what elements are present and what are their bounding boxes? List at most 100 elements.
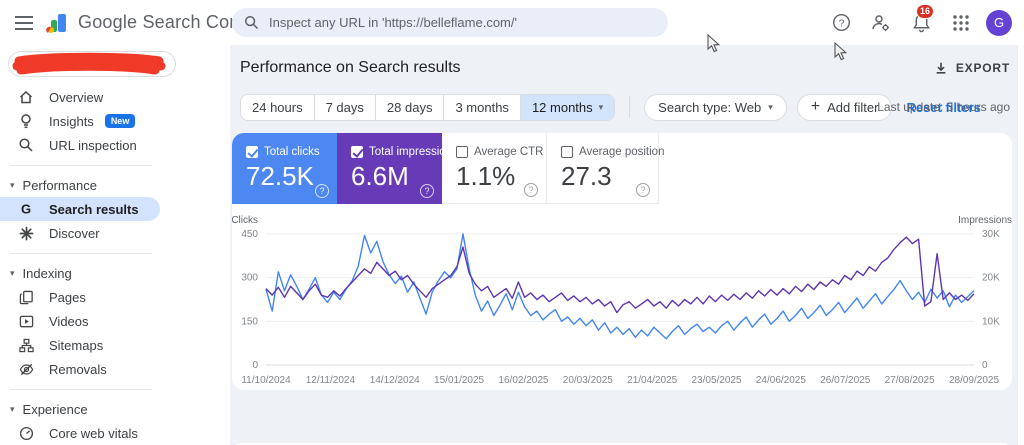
series-total-impressions [266,237,974,313]
sitemap-icon [18,338,34,353]
svg-text:?: ? [838,18,844,29]
svg-text:20/03/2025: 20/03/2025 [563,375,613,386]
top-app-bar: Google Search Console Inspect any URL in… [0,0,1024,45]
metric-value: 27.3 [561,161,648,192]
sidebar-item-overview[interactable]: Overview [0,85,160,109]
sidebar-item-insights[interactable]: Insights New [0,109,160,133]
search-type-filter[interactable]: Search type: Web▾ [644,94,787,121]
main-content: Performance on Search results EXPORT 24 … [230,45,1024,445]
url-inspect-search-input[interactable]: Inspect any URL in 'https://belleflame.c… [232,8,668,37]
svg-text:11/10/2024: 11/10/2024 [241,375,291,386]
sidebar-item-pages[interactable]: Pages [0,285,160,309]
checkbox-average-ctr[interactable] [456,146,468,158]
svg-text:21/04/2025: 21/04/2025 [627,375,677,386]
sidebar-section-performance[interactable]: ▾ Performance [0,173,230,197]
checkbox-total-impressions[interactable] [351,146,363,158]
performance-panel: Total clicks 72.5K ? Total impressions 6… [232,133,1012,390]
search-placeholder: Inspect any URL in 'https://belleflame.c… [269,15,517,30]
svg-text:Impressions: Impressions [958,215,1012,226]
sidebar-item-search-results[interactable]: G Search results [0,197,160,221]
help-icon[interactable]: ? [636,183,650,197]
search-console-logo-icon [46,11,70,35]
account-avatar[interactable]: G [986,10,1012,36]
help-button[interactable]: ? [826,8,856,38]
sidebar-item-removals[interactable]: Removals [0,357,160,381]
checkbox-average-position[interactable] [561,146,573,158]
svg-text:450: 450 [241,229,258,240]
page-scrollbar[interactable] [1017,45,1024,445]
chevron-down-icon: ▾ [10,404,15,415]
svg-text:24/06/2025: 24/06/2025 [756,375,806,386]
svg-text:15/01/2025: 15/01/2025 [434,375,484,386]
sidebar-item-core-web-vitals[interactable]: Core web vitals [0,421,160,445]
range-24-hours[interactable]: 24 hours [241,95,315,120]
svg-text:14/12/2024: 14/12/2024 [370,375,420,386]
user-settings-button[interactable] [866,8,896,38]
svg-text:16/02/2025: 16/02/2025 [498,375,548,386]
lightbulb-icon [18,113,34,129]
svg-text:G: G [21,202,31,217]
metric-card-average-ctr[interactable]: Average CTR 1.1% ? [442,133,547,204]
pages-icon [18,290,34,305]
cards-filler [659,133,1012,204]
plus-icon: + [811,102,820,112]
range-12-months[interactable]: 12 months▾ [521,95,614,120]
sidebar-item-sitemaps[interactable]: Sitemaps [0,333,160,357]
date-range-selector: 24 hours 7 days 28 days 3 months 12 mont… [240,94,615,121]
help-icon[interactable]: ? [420,184,434,198]
apps-grid-icon [952,14,970,32]
svg-text:26/07/2025: 26/07/2025 [820,375,870,386]
home-icon [18,89,34,105]
eye-off-icon [18,362,34,377]
checkbox-total-clicks[interactable] [246,146,258,158]
metric-card-total-impressions[interactable]: Total impressions 6.6M ? [337,133,442,204]
sidebar-section-experience[interactable]: ▾ Experience [0,397,230,421]
search-icon [244,15,259,30]
range-3-months[interactable]: 3 months [444,95,520,120]
svg-text:10K: 10K [982,316,1000,327]
divider [10,253,152,254]
performance-chart[interactable]: 0015010K30020K45030KClicksImpressions11/… [232,212,1012,390]
svg-text:28/09/2025: 28/09/2025 [949,375,999,386]
speedometer-icon [18,426,34,441]
series-total-clicks [266,234,974,339]
apps-grid-button[interactable] [946,8,976,38]
svg-text:23/05/2025: 23/05/2025 [692,375,742,386]
svg-text:30K: 30K [982,229,1000,240]
help-icon[interactable]: ? [315,184,329,198]
divider [10,389,152,390]
export-button[interactable]: EXPORT [934,61,1010,75]
google-g-icon: G [18,201,34,217]
sidebar: Overview Insights New URL inspection ▾ P… [0,45,230,445]
mouse-cursor [707,34,721,53]
sidebar-section-indexing[interactable]: ▾ Indexing [0,261,230,285]
redaction-scribble [9,52,171,76]
sidebar-item-discover[interactable]: Discover [0,221,160,245]
help-icon: ? [832,13,851,32]
person-gear-icon [871,13,891,33]
svg-text:0: 0 [982,360,988,371]
hamburger-icon [15,16,33,30]
range-28-days[interactable]: 28 days [376,95,445,120]
metric-card-average-position[interactable]: Average position 27.3 ? [547,133,659,204]
metric-card-total-clicks[interactable]: Total clicks 72.5K ? [232,133,337,204]
sidebar-item-url-inspection[interactable]: URL inspection [0,133,160,157]
property-selector[interactable] [8,51,176,77]
svg-text:Clicks: Clicks [232,215,258,226]
search-icon [18,137,34,153]
notification-count-badge: 16 [916,4,934,19]
download-icon [934,61,948,75]
menu-icon[interactable] [4,3,44,43]
help-icon[interactable]: ? [524,183,538,197]
filter-bar: 24 hours 7 days 28 days 3 months 12 mont… [230,87,1024,127]
range-7-days[interactable]: 7 days [315,95,376,120]
last-update-text: Last update: 3 hours ago [877,100,1010,114]
divider [10,165,152,166]
svg-text:20K: 20K [982,273,1000,284]
chevron-down-icon: ▾ [599,102,604,113]
notifications-button[interactable]: 16 [906,8,936,38]
page-title: Performance on Search results [240,59,461,77]
new-badge: New [105,114,136,128]
divider [629,96,630,118]
sidebar-item-videos[interactable]: Videos [0,309,160,333]
